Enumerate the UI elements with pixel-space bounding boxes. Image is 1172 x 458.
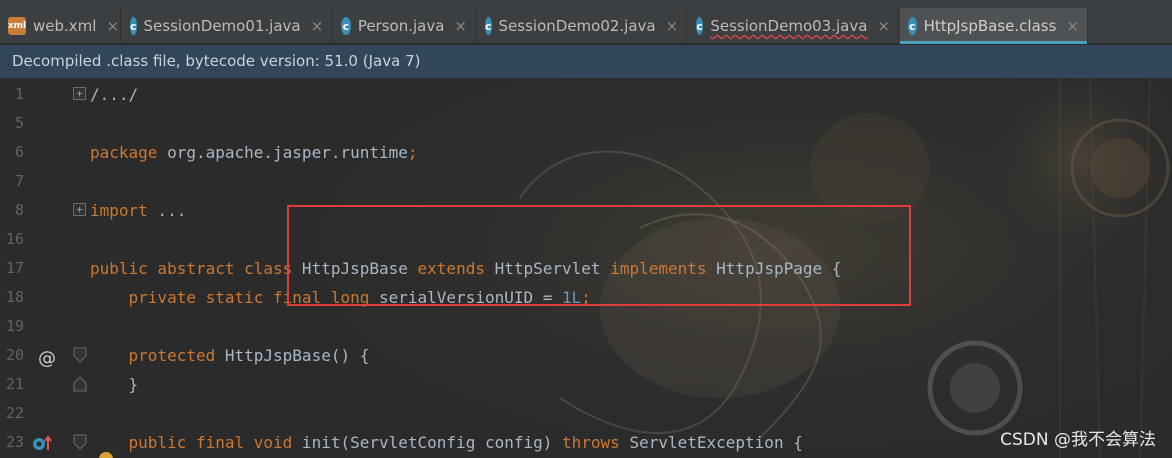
- tab-label: HttpJspBase.class: [923, 17, 1057, 35]
- tab-label: SessionDemo02.java: [498, 17, 656, 35]
- exception-type: ServletException {: [619, 433, 803, 452]
- close-icon[interactable]: ×: [454, 17, 467, 35]
- close-icon[interactable]: ×: [666, 17, 679, 35]
- tab-bar-top-strip: [0, 0, 1172, 8]
- keyword: public final void: [90, 433, 293, 452]
- code-text: public final void init(ServletConfig con…: [90, 428, 803, 457]
- code-text: package org.apache.jasper.runtime;: [90, 138, 418, 167]
- code-text: import ...: [90, 196, 186, 225]
- tab-sessiondemo03[interactable]: c SessionDemo03.java ×: [688, 8, 899, 44]
- tab-httpjspbase-class[interactable]: c HttpJspBase.class ×: [900, 8, 1088, 44]
- keyword: protected: [90, 346, 216, 365]
- line-number: 18: [5, 288, 24, 306]
- line-number: 7: [14, 172, 24, 190]
- tab-label: SessionDemo01.java: [143, 17, 301, 35]
- java-class-icon: c: [130, 17, 137, 35]
- code-line: 1 + /.../: [0, 80, 1172, 109]
- line-number: 19: [5, 317, 24, 335]
- code-text: }: [90, 375, 139, 394]
- override-method-icon[interactable]: [32, 434, 54, 452]
- code-line: 7: [0, 167, 1172, 196]
- fold-collapse-icon[interactable]: [73, 347, 87, 363]
- keyword: throws: [562, 433, 620, 452]
- tab-label: SessionDemo03.java: [710, 17, 868, 35]
- editor-tab-bar: xml web.xml × c SessionDemo01.java × c P…: [0, 0, 1172, 44]
- fold-expand-icon[interactable]: +: [73, 203, 86, 216]
- line-number: 6: [14, 143, 24, 161]
- code-editor[interactable]: 1 + /.../ 5 6 package org.apache.jasper.…: [0, 78, 1172, 458]
- code-line: 21 }: [0, 370, 1172, 399]
- package-name: org.apache.jasper.runtime: [157, 143, 408, 162]
- fold-collapse-icon[interactable]: [73, 434, 87, 450]
- tab-label: web.xml: [33, 17, 97, 35]
- decompiled-class-icon: c: [908, 17, 917, 35]
- keyword: import: [90, 201, 148, 220]
- close-icon[interactable]: ×: [877, 17, 890, 35]
- code-line: 19: [0, 312, 1172, 341]
- fold-expand-icon[interactable]: +: [73, 87, 86, 100]
- red-highlight-box: [287, 205, 911, 306]
- line-number: 16: [5, 230, 24, 248]
- close-icon[interactable]: ×: [311, 17, 324, 35]
- semicolon: ;: [407, 143, 418, 162]
- line-number: 21: [5, 375, 24, 393]
- code-line: 6 package org.apache.jasper.runtime;: [0, 138, 1172, 167]
- code-line: 23 public final void init(ServletConfig …: [0, 428, 1172, 458]
- tab-web-xml[interactable]: xml web.xml ×: [0, 8, 121, 44]
- keyword: public abstract class: [90, 259, 293, 278]
- line-number: 17: [5, 259, 24, 277]
- folded-imports[interactable]: ...: [148, 201, 186, 220]
- code-text: protected HttpJspBase() {: [90, 341, 370, 370]
- tab-sessiondemo01[interactable]: c SessionDemo01.java ×: [122, 8, 332, 44]
- csdn-watermark: CSDN @我不会算法: [1000, 430, 1156, 450]
- method-signature: init(ServletConfig config): [292, 433, 563, 452]
- constructor: HttpJspBase() {: [215, 346, 370, 365]
- implementation-at-icon[interactable]: @: [38, 344, 56, 373]
- line-number: 1: [14, 85, 24, 103]
- code-line: 20 @ protected HttpJspBase() {: [0, 341, 1172, 370]
- close-icon[interactable]: ×: [106, 17, 119, 35]
- code-text: /.../: [90, 85, 139, 104]
- close-icon[interactable]: ×: [1066, 17, 1079, 35]
- xml-file-icon: xml: [8, 17, 26, 35]
- keyword: package: [90, 143, 158, 162]
- java-class-icon: c: [341, 17, 351, 35]
- decompiled-info-banner: Decompiled .class file, bytecode version…: [0, 45, 1172, 78]
- tab-label: Person.java: [357, 17, 445, 35]
- code-line: 5: [0, 109, 1172, 138]
- line-number: 23: [5, 433, 24, 451]
- line-number: 8: [14, 201, 24, 219]
- code-line: 22: [0, 399, 1172, 428]
- fold-end-icon[interactable]: [73, 376, 87, 392]
- java-class-icon: c: [696, 17, 704, 35]
- line-number: 20: [5, 346, 24, 364]
- tab-person[interactable]: c Person.java ×: [333, 8, 476, 44]
- line-number: 22: [5, 404, 24, 422]
- tab-sessiondemo02[interactable]: c SessionDemo02.java ×: [477, 8, 687, 44]
- java-class-icon: c: [485, 17, 492, 35]
- line-number: 5: [14, 114, 24, 132]
